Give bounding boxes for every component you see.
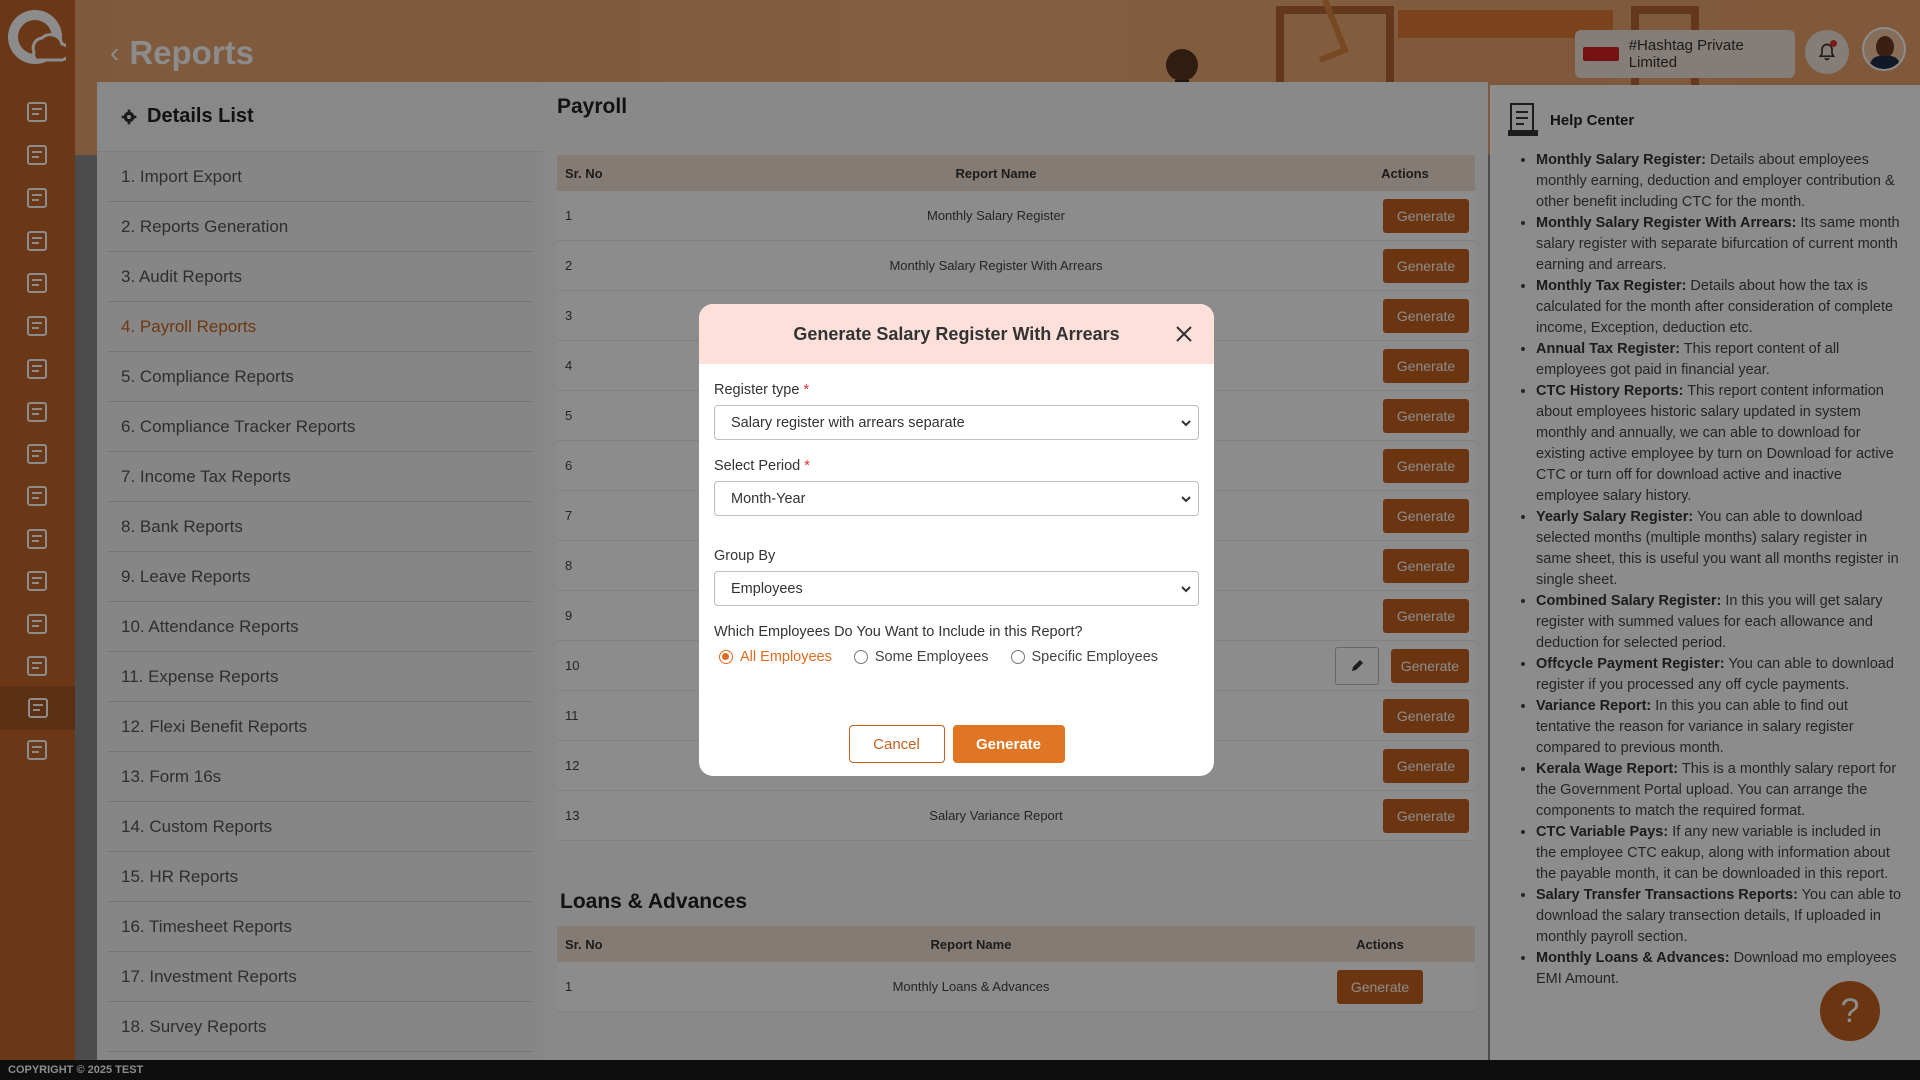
radio-unselected-icon xyxy=(1010,650,1025,664)
employee-scope-option[interactable]: All Employees xyxy=(719,649,832,665)
period-label: Select Period * xyxy=(714,458,810,474)
register-type-label: Register type * xyxy=(714,382,810,398)
employee-scope-radios: All Employees Some Employees Specific Empl… xyxy=(714,649,1199,665)
chevron-down-icon xyxy=(1181,585,1191,592)
generate-button[interactable]: Generate xyxy=(952,725,1065,763)
chevron-down-icon xyxy=(1181,495,1191,502)
period-value: Month-Year xyxy=(731,490,806,507)
radio-selected-icon xyxy=(719,650,733,664)
modal-title: Generate Salary Register With Arrears xyxy=(793,323,1120,344)
modal-header: Generate Salary Register With Arrears xyxy=(699,304,1214,364)
register-type-value: Salary register with arrears separate xyxy=(731,414,965,431)
radio-label: Some Employees xyxy=(874,649,989,665)
employee-scope-option[interactable]: Some Employees xyxy=(853,649,989,665)
period-select[interactable]: Month-Year xyxy=(714,481,1199,516)
cancel-button[interactable]: Cancel xyxy=(848,725,945,763)
include-question: Which Employees Do You Want to Include i… xyxy=(714,624,1083,640)
radio-label: Specific Employees xyxy=(1031,649,1159,665)
generate-report-modal: Generate Salary Register With Arrears Re… xyxy=(699,304,1214,776)
group-by-label: Group By xyxy=(714,548,776,564)
close-icon[interactable] xyxy=(1172,322,1196,346)
group-by-select[interactable]: Employees xyxy=(714,571,1199,606)
chevron-down-icon xyxy=(1181,419,1191,426)
radio-label: All Employees xyxy=(740,649,832,665)
group-by-value: Employees xyxy=(731,580,803,597)
radio-unselected-icon xyxy=(853,650,868,664)
register-type-select[interactable]: Salary register with arrears separate xyxy=(714,405,1199,440)
employee-scope-option[interactable]: Specific Employees xyxy=(1010,649,1159,665)
